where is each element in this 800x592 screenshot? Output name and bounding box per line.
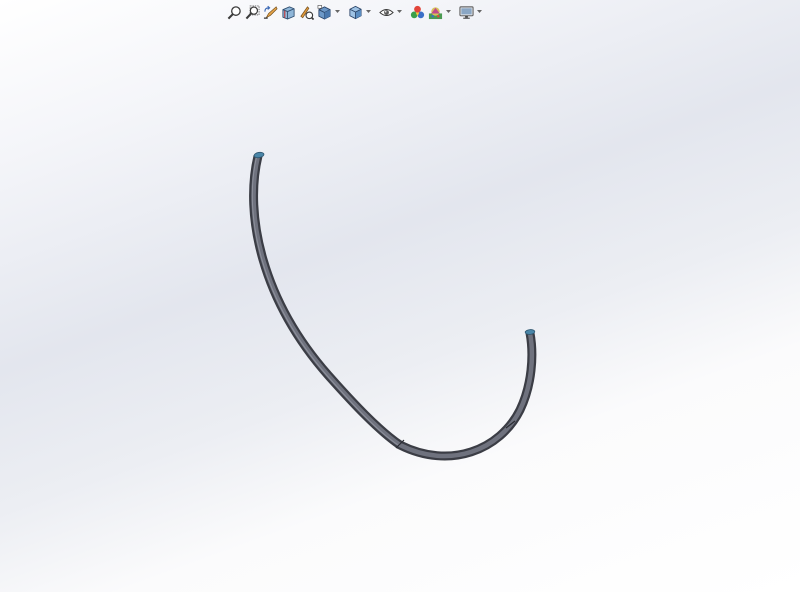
tube-body <box>249 154 537 461</box>
tube-end-face-start[interactable] <box>253 151 265 159</box>
curved-tube-model[interactable] <box>0 0 800 592</box>
tube-end-face-end[interactable] <box>524 329 536 335</box>
graphics-area[interactable] <box>0 0 800 592</box>
tube-highlight <box>251 155 535 459</box>
